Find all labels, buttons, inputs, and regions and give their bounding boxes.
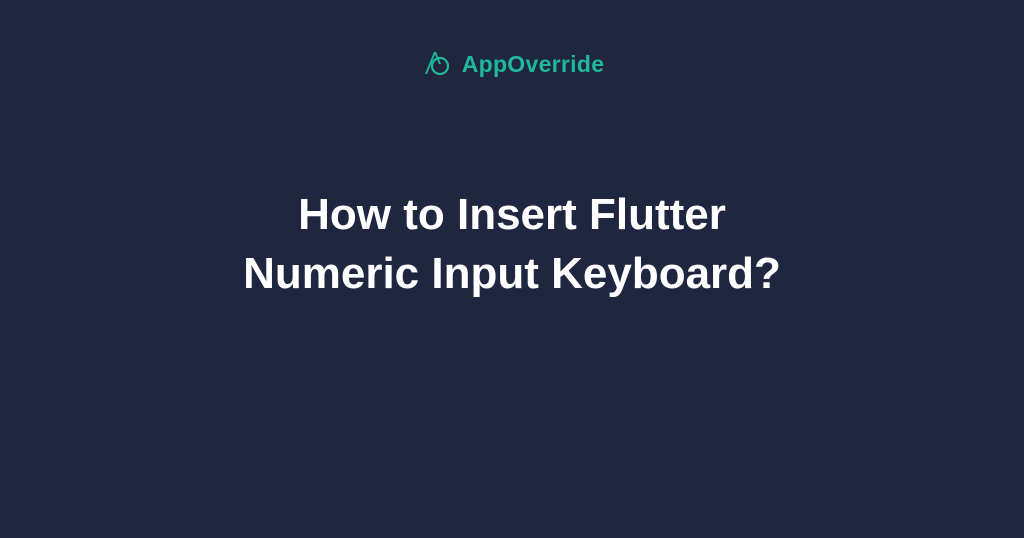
- headline-line-1: How to Insert Flutter: [298, 190, 726, 239]
- headline-line-2: Numeric Input Keyboard?: [243, 249, 781, 298]
- brand-name: AppOverride: [462, 51, 605, 78]
- brand-logo: AppOverride: [420, 48, 605, 80]
- page-title: How to Insert Flutter Numeric Input Keyb…: [243, 185, 781, 304]
- appoverride-logo-icon: [420, 48, 452, 80]
